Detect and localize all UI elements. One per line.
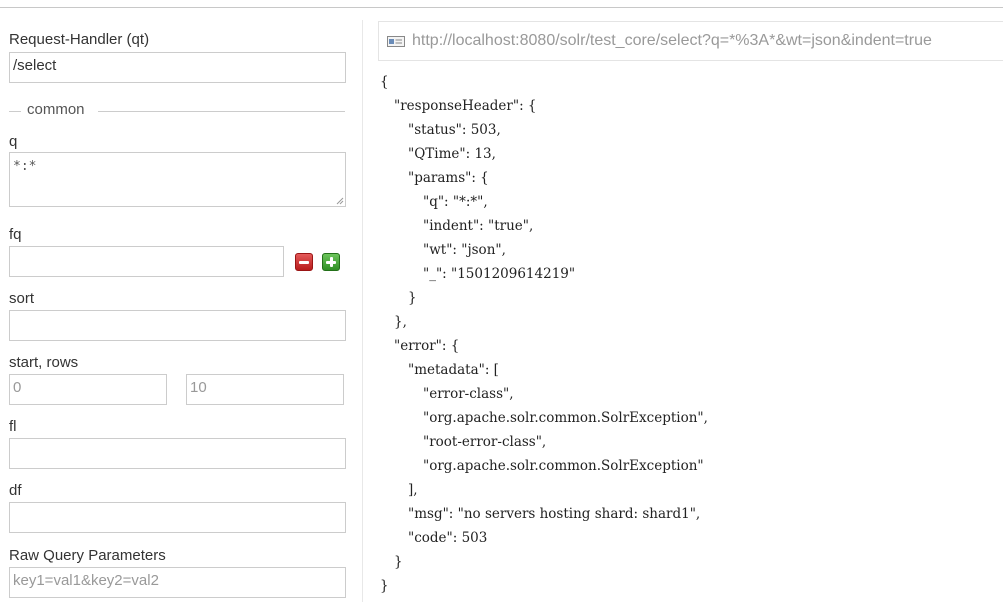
json-line: }	[380, 578, 389, 594]
common-legend: common	[27, 101, 85, 118]
json-line: "responseHeader": {	[394, 98, 537, 114]
q-value: *:*	[13, 159, 37, 174]
json-line: "params": {	[408, 170, 489, 186]
json-line: "msg": "no servers hosting shard: shard1…	[408, 506, 701, 522]
add-fq-button[interactable]	[322, 253, 340, 271]
json-line: "QTime": 13,	[408, 146, 496, 162]
json-line: "indent": "true",	[423, 218, 534, 234]
minus-icon	[299, 260, 309, 264]
panel-divider	[362, 20, 363, 602]
raw-params-label: Raw Query Parameters	[9, 547, 166, 564]
rows-input[interactable]: 10	[186, 374, 344, 405]
fq-label: fq	[9, 226, 22, 243]
df-label: df	[9, 482, 22, 499]
top-border	[0, 7, 1003, 8]
start-input[interactable]: 0	[9, 374, 167, 405]
json-line: "q": "*:*",	[423, 194, 488, 210]
json-line: }	[394, 554, 403, 570]
sort-input[interactable]	[9, 310, 346, 341]
json-line: "org.apache.solr.common.SolrException"	[423, 458, 704, 474]
request-handler-label: Request-Handler (qt)	[9, 31, 150, 48]
sort-label: sort	[9, 290, 35, 307]
json-line: "status": 503,	[408, 122, 501, 138]
q-textarea[interactable]: *:*	[9, 152, 346, 207]
start-rows-label: start, rows	[9, 354, 79, 371]
json-line: "code": 503	[408, 530, 488, 546]
json-line: ],	[408, 482, 418, 498]
json-line: {	[380, 74, 389, 90]
json-line: },	[394, 314, 407, 330]
url-document-icon	[387, 36, 405, 47]
json-line: "root-error-class",	[423, 434, 547, 450]
fl-label: fl	[9, 418, 17, 435]
request-handler-input[interactable]: /select	[9, 52, 346, 83]
resize-grip-icon[interactable]	[335, 196, 344, 205]
raw-params-input[interactable]: key1=val1&key2=val2	[9, 567, 346, 598]
fieldset-line-left	[9, 111, 21, 112]
result-url-bar[interactable]: http://localhost:8080/solr/test_core/sel…	[378, 21, 1003, 61]
json-line: }	[408, 290, 417, 306]
json-line: "org.apache.solr.common.SolrException",	[423, 410, 708, 426]
remove-fq-button[interactable]	[295, 253, 313, 271]
fl-input[interactable]	[9, 438, 346, 469]
json-line: "metadata": [	[408, 362, 499, 378]
q-label: q	[9, 133, 18, 150]
result-url-link[interactable]: http://localhost:8080/solr/test_core/sel…	[412, 32, 932, 50]
fq-input[interactable]	[9, 246, 284, 277]
df-input[interactable]	[9, 502, 346, 533]
json-line: "_": "1501209614219"	[423, 266, 576, 282]
json-line: "error-class",	[423, 386, 514, 402]
fieldset-line-right	[98, 111, 345, 112]
json-line: "wt": "json",	[423, 242, 506, 258]
json-line: "error": {	[394, 338, 460, 354]
